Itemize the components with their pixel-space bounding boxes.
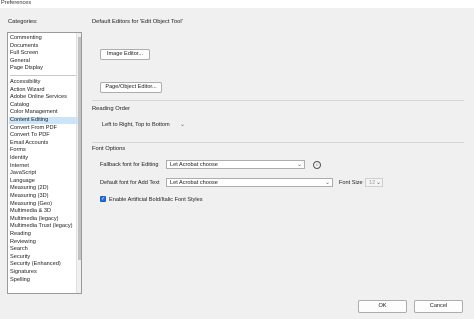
default-font-value: Let Acrobat choose: [170, 180, 218, 186]
artificial-styles-checkbox[interactable]: ✓: [100, 196, 106, 202]
default-editors-heading: Default Editors for 'Edit Object Tool': [92, 19, 183, 25]
category-item[interactable]: Full Screen: [9, 50, 78, 57]
category-item[interactable]: Color Management: [9, 109, 78, 116]
chevron-down-icon: ⌄: [375, 180, 381, 186]
category-item[interactable]: Measuring (3D): [9, 193, 78, 200]
font-options-heading: Font Options: [92, 146, 126, 152]
category-item[interactable]: Multimedia (legacy): [9, 216, 78, 223]
default-font-label: Default font for Add Text: [100, 180, 160, 186]
category-item[interactable]: JavaScript: [9, 170, 78, 177]
fallback-font-label: Fallback font for Editing: [100, 162, 159, 168]
reading-order-dropdown[interactable]: Left to Right, Top to Bottom ⌄: [99, 121, 186, 130]
category-item[interactable]: Multimedia Trust (legacy): [9, 223, 78, 230]
chevron-down-icon: ⌄: [296, 162, 302, 168]
category-item[interactable]: Search: [9, 246, 78, 253]
category-item[interactable]: Forms: [9, 147, 78, 154]
category-item[interactable]: Catalog: [9, 102, 78, 109]
info-icon[interactable]: i: [313, 161, 321, 169]
category-item[interactable]: Signatures: [9, 269, 78, 276]
divider: [92, 100, 464, 101]
category-item[interactable]: Spelling: [9, 277, 78, 284]
reading-order-value: Left to Right, Top to Bottom: [102, 122, 170, 128]
category-item[interactable]: Measuring (Geo): [9, 201, 78, 208]
window-title: Preferences: [1, 0, 32, 6]
category-item[interactable]: Identity: [9, 155, 78, 162]
default-font-dropdown[interactable]: Let Acrobat choose ⌄: [166, 178, 333, 187]
category-item[interactable]: Language: [9, 178, 78, 185]
font-size-label: Font Size: [339, 180, 363, 186]
ok-button[interactable]: OK: [358, 300, 407, 313]
title-bar: Preferences: [0, 0, 474, 8]
category-item[interactable]: Multimedia & 3D: [9, 208, 78, 215]
artificial-styles-label: Enable Artificial Bold/Italic Font Style…: [109, 197, 203, 203]
category-item[interactable]: General: [9, 58, 78, 65]
divider: [92, 142, 464, 143]
category-item[interactable]: Security (Enhanced): [9, 261, 78, 268]
category-item[interactable]: Convert From PDF: [9, 125, 78, 132]
category-item[interactable]: Accessibility: [9, 79, 78, 86]
cancel-button[interactable]: Cancel: [414, 300, 463, 313]
font-size-dropdown[interactable]: 12 ⌄: [365, 178, 383, 187]
category-item[interactable]: Reviewing: [9, 239, 78, 246]
categories-list[interactable]: Commenting Documents Full Screen General Pag…: [7, 32, 82, 294]
category-item[interactable]: Measuring (2D): [9, 185, 78, 192]
font-size-value: 12: [369, 180, 376, 186]
category-item[interactable]: Content Editing: [9, 117, 78, 124]
chevron-down-icon: ⌄: [324, 180, 330, 186]
reading-order-heading: Reading Order: [92, 106, 131, 112]
image-editor-button[interactable]: Image Editor...: [100, 49, 150, 60]
category-item[interactable]: Documents: [9, 43, 78, 50]
category-item[interactable]: Security: [9, 254, 78, 261]
category-item[interactable]: Internet: [9, 163, 78, 170]
category-item[interactable]: Action Wizard: [9, 87, 78, 94]
category-separator: [10, 75, 76, 76]
category-item[interactable]: Convert To PDF: [9, 132, 78, 139]
page-object-editor-button[interactable]: Page/Object Editor...: [100, 82, 162, 93]
categories-label: Categories:: [8, 19, 38, 25]
category-item[interactable]: Email Accounts: [9, 140, 78, 147]
category-item[interactable]: Commenting: [9, 35, 78, 42]
category-item[interactable]: Page Display: [9, 65, 78, 72]
fallback-font-dropdown[interactable]: Let Acrobat choose ⌄: [166, 160, 305, 169]
category-item[interactable]: Reading: [9, 231, 78, 238]
chevron-down-icon: ⌄: [179, 122, 185, 128]
category-item[interactable]: Adobe Online Services: [9, 94, 78, 101]
scrollbar-thumb[interactable]: [78, 37, 81, 260]
fallback-font-value: Let Acrobat choose: [170, 162, 218, 168]
